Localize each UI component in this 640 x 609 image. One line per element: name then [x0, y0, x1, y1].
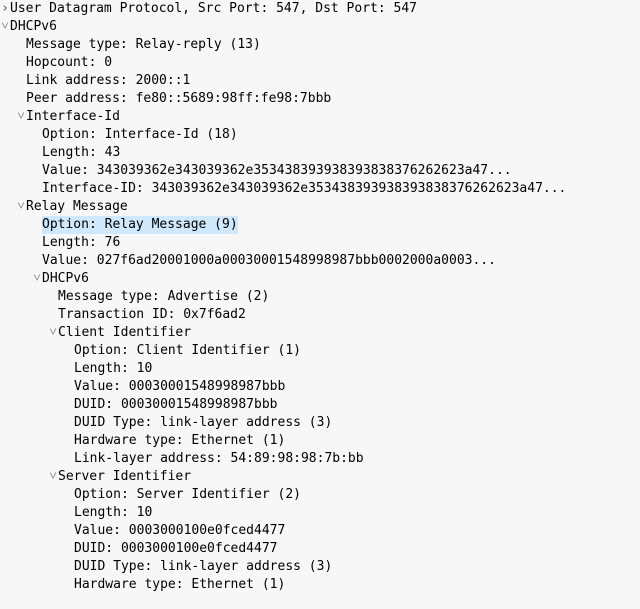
field-row[interactable]: Length: 10	[0, 360, 640, 378]
chevron-down-icon[interactable]: ˅	[0, 18, 10, 36]
field-row[interactable]: Hardware type: Ethernet (1)	[0, 432, 640, 450]
chevron-down-icon[interactable]: ˅	[16, 198, 26, 216]
client-hw-type: Hardware type: Ethernet (1)	[74, 432, 285, 450]
transaction-id: Transaction ID: 0x7f6ad2	[58, 306, 246, 324]
server-length: Length: 10	[74, 504, 152, 522]
field-row[interactable]: Message type: Advertise (2)	[0, 288, 640, 306]
relay-option: Option: Relay Message (9)	[42, 216, 238, 234]
field-row[interactable]: Hopcount: 0	[0, 54, 640, 72]
client-ll-addr: Link-layer address: 54:89:98:98:7b:bb	[74, 450, 364, 468]
field-row[interactable]: Value: 343039362e343039362e3534383939383…	[0, 162, 640, 180]
field-row[interactable]: Value: 00030001548998987bbb	[0, 378, 640, 396]
inner-dhcpv6-label: DHCPv6	[42, 270, 89, 288]
server-hw-type: Hardware type: Ethernet (1)	[74, 576, 285, 594]
udp-row[interactable]: › User Datagram Protocol, Src Port: 547,…	[0, 0, 640, 18]
hopcount: Hopcount: 0	[26, 54, 112, 72]
field-row[interactable]: Value: 0003000100e0fced4477	[0, 522, 640, 540]
field-row[interactable]: DUID Type: link-layer address (3)	[0, 414, 640, 432]
chevron-down-icon[interactable]: ˅	[32, 270, 42, 288]
field-row[interactable]: Link-layer address: 54:89:98:98:7b:bb	[0, 450, 640, 468]
client-duid-type: DUID Type: link-layer address (3)	[74, 414, 332, 432]
dhcpv6-row[interactable]: ˅ DHCPv6	[0, 18, 640, 36]
relay-message-label: Relay Message	[26, 198, 128, 216]
relay-value: Value: 027f6ad20001000a00030001548998987…	[42, 252, 496, 270]
client-value: Value: 00030001548998987bbb	[74, 378, 285, 396]
field-row[interactable]: Value: 027f6ad20001000a00030001548998987…	[0, 252, 640, 270]
field-row[interactable]: DUID: 0003000100e0fced4477	[0, 540, 640, 558]
peer-address: Peer address: fe80::5689:98ff:fe98:7bbb	[26, 90, 331, 108]
field-row[interactable]: Option: Server Identifier (2)	[0, 486, 640, 504]
iface-id: Interface-ID: 343039362e343039362e353438…	[42, 180, 566, 198]
field-row[interactable]: Option: Client Identifier (1)	[0, 342, 640, 360]
iface-value: Value: 343039362e343039362e3534383939383…	[42, 162, 512, 180]
server-option: Option: Server Identifier (2)	[74, 486, 301, 504]
field-row[interactable]: Length: 10	[0, 504, 640, 522]
message-type: Message type: Relay-reply (13)	[26, 36, 261, 54]
field-row[interactable]: Length: 43	[0, 144, 640, 162]
field-row[interactable]: Length: 76	[0, 234, 640, 252]
field-row[interactable]: DUID: 00030001548998987bbb	[0, 396, 640, 414]
client-duid: DUID: 00030001548998987bbb	[74, 396, 278, 414]
client-length: Length: 10	[74, 360, 152, 378]
inner-msg-type: Message type: Advertise (2)	[58, 288, 269, 306]
chevron-right-icon[interactable]: ›	[0, 0, 10, 18]
interface-id-row[interactable]: ˅ Interface-Id	[0, 108, 640, 126]
server-identifier-label: Server Identifier	[58, 468, 191, 486]
iface-option: Option: Interface-Id (18)	[42, 126, 238, 144]
client-option: Option: Client Identifier (1)	[74, 342, 301, 360]
link-address: Link address: 2000::1	[26, 72, 190, 90]
server-value: Value: 0003000100e0fced4477	[74, 522, 285, 540]
relay-length: Length: 76	[42, 234, 120, 252]
field-row[interactable]: Transaction ID: 0x7f6ad2	[0, 306, 640, 324]
server-duid: DUID: 0003000100e0fced4477	[74, 540, 278, 558]
field-row[interactable]: Link address: 2000::1	[0, 72, 640, 90]
relay-message-row[interactable]: ˅ Relay Message	[0, 198, 640, 216]
relay-option-row[interactable]: Option: Relay Message (9)	[0, 216, 640, 234]
inner-dhcpv6-row[interactable]: ˅ DHCPv6	[0, 270, 640, 288]
field-row[interactable]: Option: Interface-Id (18)	[0, 126, 640, 144]
udp-text: User Datagram Protocol, Src Port: 547, D…	[10, 0, 417, 18]
field-row[interactable]: Hardware type: Ethernet (1)	[0, 576, 640, 594]
chevron-down-icon[interactable]: ˅	[16, 108, 26, 126]
server-identifier-row[interactable]: ˅ Server Identifier	[0, 468, 640, 486]
field-row[interactable]: Peer address: fe80::5689:98ff:fe98:7bbb	[0, 90, 640, 108]
field-row[interactable]: DUID Type: link-layer address (3)	[0, 558, 640, 576]
client-identifier-label: Client Identifier	[58, 324, 191, 342]
iface-length: Length: 43	[42, 144, 120, 162]
interface-id-label: Interface-Id	[26, 108, 120, 126]
field-row[interactable]: Message type: Relay-reply (13)	[0, 36, 640, 54]
client-identifier-row[interactable]: ˅ Client Identifier	[0, 324, 640, 342]
field-row[interactable]: Interface-ID: 343039362e343039362e353438…	[0, 180, 640, 198]
dhcpv6-label: DHCPv6	[10, 18, 57, 36]
chevron-down-icon[interactable]: ˅	[48, 468, 58, 486]
server-duid-type: DUID Type: link-layer address (3)	[74, 558, 332, 576]
chevron-down-icon[interactable]: ˅	[48, 324, 58, 342]
